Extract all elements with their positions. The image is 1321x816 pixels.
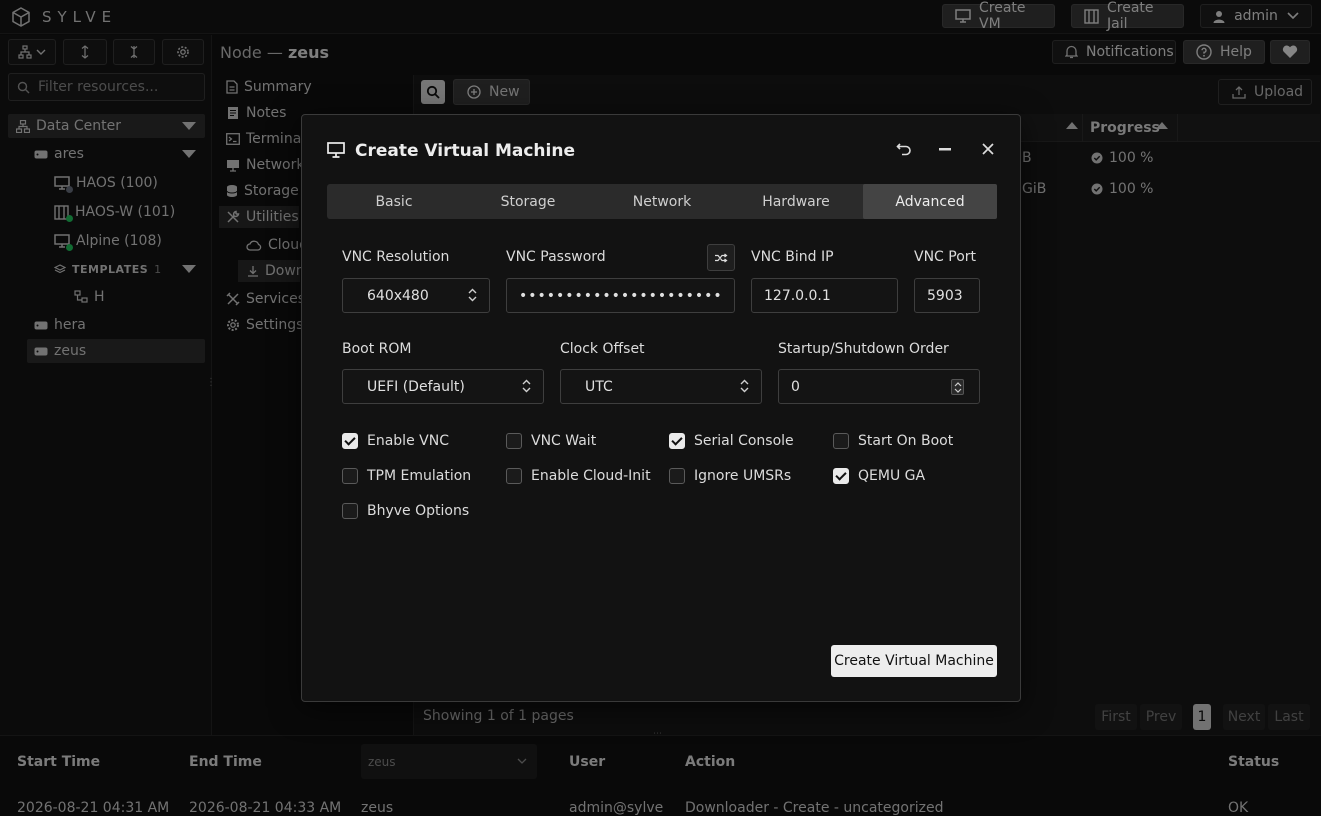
bhyve-options-checkbox[interactable]: Bhyve Options [342,503,469,519]
checkbox-label: Ignore UMSRs [694,468,792,484]
dialog-tabs: Basic Storage Network Hardware Advanced [327,184,997,219]
vnc-bind-label: VNC Bind IP [751,249,834,265]
startup-order-stepper[interactable] [778,369,980,404]
checkbox-box[interactable] [342,468,358,484]
vnc-resolution-select[interactable]: 640x480 [342,278,490,313]
checkbox-box[interactable] [669,468,685,484]
vnc-wait-checkbox[interactable]: VNC Wait [506,433,596,449]
tpm-emulation-checkbox[interactable]: TPM Emulation [342,468,471,484]
vnc-bind-value[interactable] [764,287,897,304]
vnc-password-value: •••••••••••••••••••••••• [519,287,724,304]
checkbox-label: Serial Console [694,433,794,449]
generate-password-button[interactable] [707,244,735,271]
close-icon[interactable] [982,143,994,155]
updown-icon [468,288,477,302]
checkbox-box[interactable] [669,433,685,449]
checkbox-box[interactable] [833,468,849,484]
vnc-resolution-value: 640x480 [367,287,429,304]
vnc-password-label: VNC Password [506,249,606,265]
tab-advanced[interactable]: Advanced [863,184,997,219]
checkbox-label: Bhyve Options [367,503,470,519]
boot-rom-select[interactable]: UEFI (Default) [342,369,544,404]
checkbox-label: Start On Boot [858,433,954,449]
tab-network[interactable]: Network [595,184,729,219]
checkbox-box[interactable] [342,433,358,449]
boot-rom-value: UEFI (Default) [367,378,465,395]
checkbox-label: Enable Cloud-Init [531,468,651,484]
reset-icon[interactable] [896,141,912,157]
enable-cloud-init-checkbox[interactable]: Enable Cloud-Init [506,468,651,484]
tab-hardware[interactable]: Hardware [729,184,863,219]
vnc-password-field[interactable]: •••••••••••••••••••••••• [506,278,735,313]
create-vm-dialog: Create Virtual Machine Basic Storage Net… [301,114,1021,702]
updown-icon [740,379,749,393]
ignore-umsrs-checkbox[interactable]: Ignore UMSRs [669,468,791,484]
shuffle-icon [714,253,728,263]
checkbox-box[interactable] [833,433,849,449]
vnc-port-value[interactable] [927,287,979,304]
create-vm-submit-button[interactable]: Create Virtual Machine [831,645,997,677]
checkbox-label: TPM Emulation [367,468,472,484]
vnc-bind-input[interactable] [751,278,898,313]
boot-rom-label: Boot ROM [342,341,412,357]
clock-offset-select[interactable]: UTC [560,369,762,404]
checkbox-label: QEMU GA [858,468,926,484]
minimize-icon[interactable] [939,148,951,151]
updown-icon [522,379,531,393]
clock-offset-label: Clock Offset [560,341,645,357]
vnc-resolution-label: VNC Resolution [342,249,450,265]
monitor-icon [327,142,345,158]
dialog-title: Create Virtual Machine [355,141,575,161]
checkbox-box[interactable] [506,468,522,484]
checkbox-label: Enable VNC [367,433,449,449]
startup-order-label: Startup/Shutdown Order [778,341,949,357]
checkbox-box[interactable] [342,503,358,519]
stepper-buttons[interactable] [951,379,964,395]
start-on-boot-checkbox[interactable]: Start On Boot [833,433,953,449]
tab-basic[interactable]: Basic [327,184,461,219]
clock-offset-value: UTC [585,378,613,395]
vnc-port-input[interactable] [914,278,980,313]
enable-vnc-checkbox[interactable]: Enable VNC [342,433,449,449]
vnc-port-label: VNC Port [914,249,977,265]
serial-console-checkbox[interactable]: Serial Console [669,433,794,449]
stepper-icon [954,381,962,394]
checkbox-box[interactable] [506,433,522,449]
tab-storage[interactable]: Storage [461,184,595,219]
qemu-ga-checkbox[interactable]: QEMU GA [833,468,925,484]
checkbox-label: VNC Wait [531,433,597,449]
